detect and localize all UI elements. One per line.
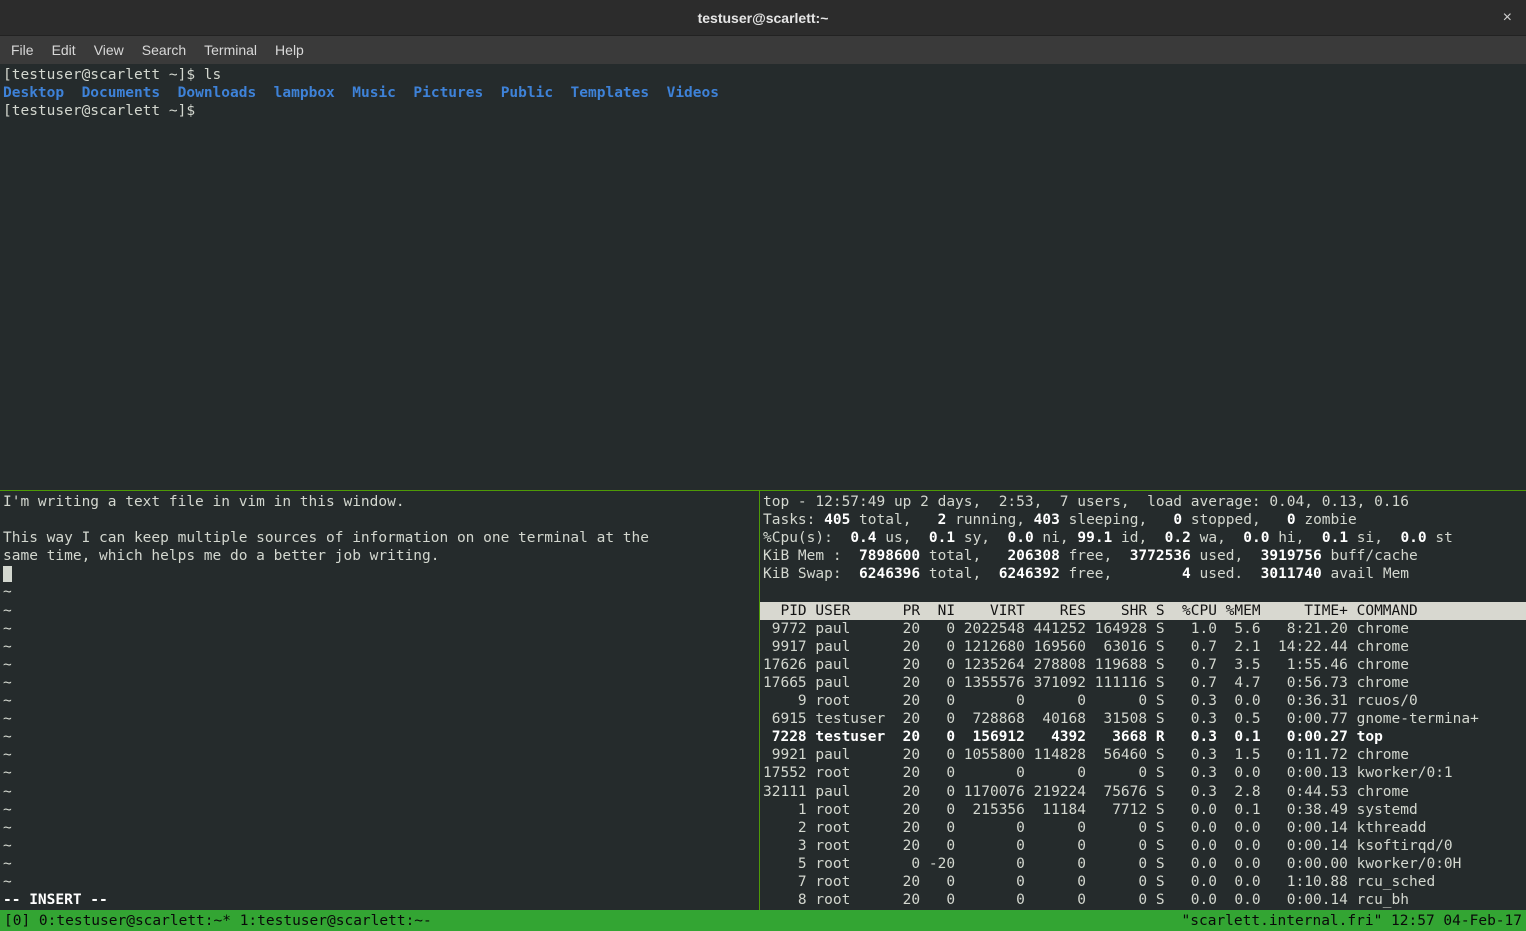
process-row: 17552 root 20 0 0 0 0 S 0.3 0.0 0:00.13 … — [763, 764, 1523, 782]
process-row: 6915 testuser 20 0 728868 40168 31508 S … — [763, 710, 1523, 728]
top-pane[interactable]: top - 12:57:49 up 2 days, 2:53, 7 users,… — [760, 491, 1526, 910]
shell-pane[interactable]: [testuser@scarlett ~]$ ls Desktop Docume… — [0, 64, 1526, 490]
vim-tilde: ~ — [3, 801, 756, 819]
top-header-row: PID USER PR NI VIRT RES SHR S %CPU %MEM … — [760, 602, 1526, 620]
ls-output: Desktop Documents Downloads lampbox Musi… — [3, 84, 1523, 102]
directory-name: Music — [352, 85, 396, 101]
vim-text: I'm writing a text file in vim in this w… — [3, 493, 756, 891]
vim-tilde: ~ — [3, 583, 756, 601]
menu-edit[interactable]: Edit — [43, 36, 85, 64]
vim-line: same time, which helps me do a better jo… — [3, 547, 756, 565]
directory-name: Desktop — [3, 85, 64, 101]
directory-name: Documents — [82, 85, 161, 101]
vim-tilde: ~ — [3, 746, 756, 764]
directory-name: lampbox — [274, 85, 335, 101]
process-row: 9921 paul 20 0 1055800 114828 56460 S 0.… — [763, 746, 1523, 764]
menu-bar: File Edit View Search Terminal Help — [0, 36, 1526, 64]
top-summary: top - 12:57:49 up 2 days, 2:53, 7 users,… — [763, 493, 1523, 583]
menu-search[interactable]: Search — [133, 36, 195, 64]
top-process-list: 9772 paul 20 0 2022548 441252 164928 S 1… — [763, 620, 1523, 910]
vim-tilde: ~ — [3, 764, 756, 782]
process-row: 17626 paul 20 0 1235264 278808 119688 S … — [763, 656, 1523, 674]
process-row: 17665 paul 20 0 1355576 371092 111116 S … — [763, 674, 1523, 692]
shell-command-line: [testuser@scarlett ~]$ ls — [3, 66, 1523, 84]
vim-tilde: ~ — [3, 692, 756, 710]
menu-help[interactable]: Help — [266, 36, 313, 64]
process-row: 5 root 0 -20 0 0 0 S 0.0 0.0 0:00.00 kwo… — [763, 855, 1523, 873]
process-row: 3 root 20 0 0 0 0 S 0.0 0.0 0:00.14 ksof… — [763, 837, 1523, 855]
process-row: 7228 testuser 20 0 156912 4392 3668 R 0.… — [763, 728, 1523, 746]
vim-tilde: ~ — [3, 656, 756, 674]
vim-cursor — [3, 566, 12, 582]
shell-prompt-line: [testuser@scarlett ~]$ — [3, 102, 1523, 120]
directory-name: Downloads — [178, 85, 257, 101]
vim-tilde: ~ — [3, 710, 756, 728]
vim-pane[interactable]: I'm writing a text file in vim in this w… — [0, 491, 759, 910]
terminal-area: [testuser@scarlett ~]$ ls Desktop Docume… — [0, 64, 1526, 910]
vim-line — [3, 511, 756, 529]
directory-name: Videos — [667, 85, 719, 101]
process-row: 1 root 20 0 215356 11184 7712 S 0.0 0.1 … — [763, 801, 1523, 819]
status-window-list: [0] 0:testuser@scarlett:~* 1:testuser@sc… — [4, 913, 432, 929]
process-row: 7 root 20 0 0 0 0 S 0.0 0.0 1:10.88 rcu_… — [763, 873, 1523, 891]
process-row: 9 root 20 0 0 0 0 S 0.3 0.0 0:36.31 rcuo… — [763, 692, 1523, 710]
titlebar[interactable]: testuser@scarlett:~ × — [0, 0, 1526, 36]
top-summary-line: KiB Swap: 6246396 total, 6246392 free, 4… — [763, 565, 1523, 583]
process-row: 2 root 20 0 0 0 0 S 0.0 0.0 0:00.14 kthr… — [763, 819, 1523, 837]
close-icon[interactable]: × — [1503, 9, 1512, 27]
vim-tilde: ~ — [3, 674, 756, 692]
vim-tilde: ~ — [3, 873, 756, 891]
blank-line — [763, 583, 1523, 601]
directory-name: Templates — [571, 85, 650, 101]
tmux-status-bar: [0] 0:testuser@scarlett:~* 1:testuser@sc… — [0, 910, 1526, 931]
vim-tilde: ~ — [3, 728, 756, 746]
vim-tilde: ~ — [3, 783, 756, 801]
menu-terminal[interactable]: Terminal — [195, 36, 266, 64]
menu-view[interactable]: View — [85, 36, 133, 64]
vim-tilde: ~ — [3, 602, 756, 620]
top-summary-line: top - 12:57:49 up 2 days, 2:53, 7 users,… — [763, 493, 1523, 511]
vim-line: I'm writing a text file in vim in this w… — [3, 493, 756, 511]
vim-line: This way I can keep multiple sources of … — [3, 529, 756, 547]
top-summary-line: Tasks: 405 total, 2 running, 403 sleepin… — [763, 511, 1523, 529]
vim-tilde: ~ — [3, 620, 756, 638]
vim-mode-indicator: -- INSERT -- — [3, 891, 108, 909]
window-title: testuser@scarlett:~ — [698, 10, 829, 26]
directory-name: Public — [501, 85, 553, 101]
process-row: 9917 paul 20 0 1212680 169560 63016 S 0.… — [763, 638, 1523, 656]
vim-tilde: ~ — [3, 819, 756, 837]
process-row: 9772 paul 20 0 2022548 441252 164928 S 1… — [763, 620, 1523, 638]
directory-name: Pictures — [413, 85, 483, 101]
top-summary-line: KiB Mem : 7898600 total, 206308 free, 37… — [763, 547, 1523, 565]
status-host-clock: "scarlett.internal.fri" 12:57 04-Feb-17 — [1182, 913, 1522, 929]
vim-tilde: ~ — [3, 837, 756, 855]
top-summary-line: %Cpu(s): 0.4 us, 0.1 sy, 0.0 ni, 99.1 id… — [763, 529, 1523, 547]
process-row: 8 root 20 0 0 0 0 S 0.0 0.0 0:00.14 rcu_… — [763, 891, 1523, 909]
terminal-window: testuser@scarlett:~ × File Edit View Sea… — [0, 0, 1526, 931]
process-row: 32111 paul 20 0 1170076 219224 75676 S 0… — [763, 783, 1523, 801]
bottom-pane-row: I'm writing a text file in vim in this w… — [0, 491, 1526, 910]
menu-file[interactable]: File — [2, 36, 43, 64]
vim-tilde: ~ — [3, 638, 756, 656]
vim-tilde: ~ — [3, 855, 756, 873]
